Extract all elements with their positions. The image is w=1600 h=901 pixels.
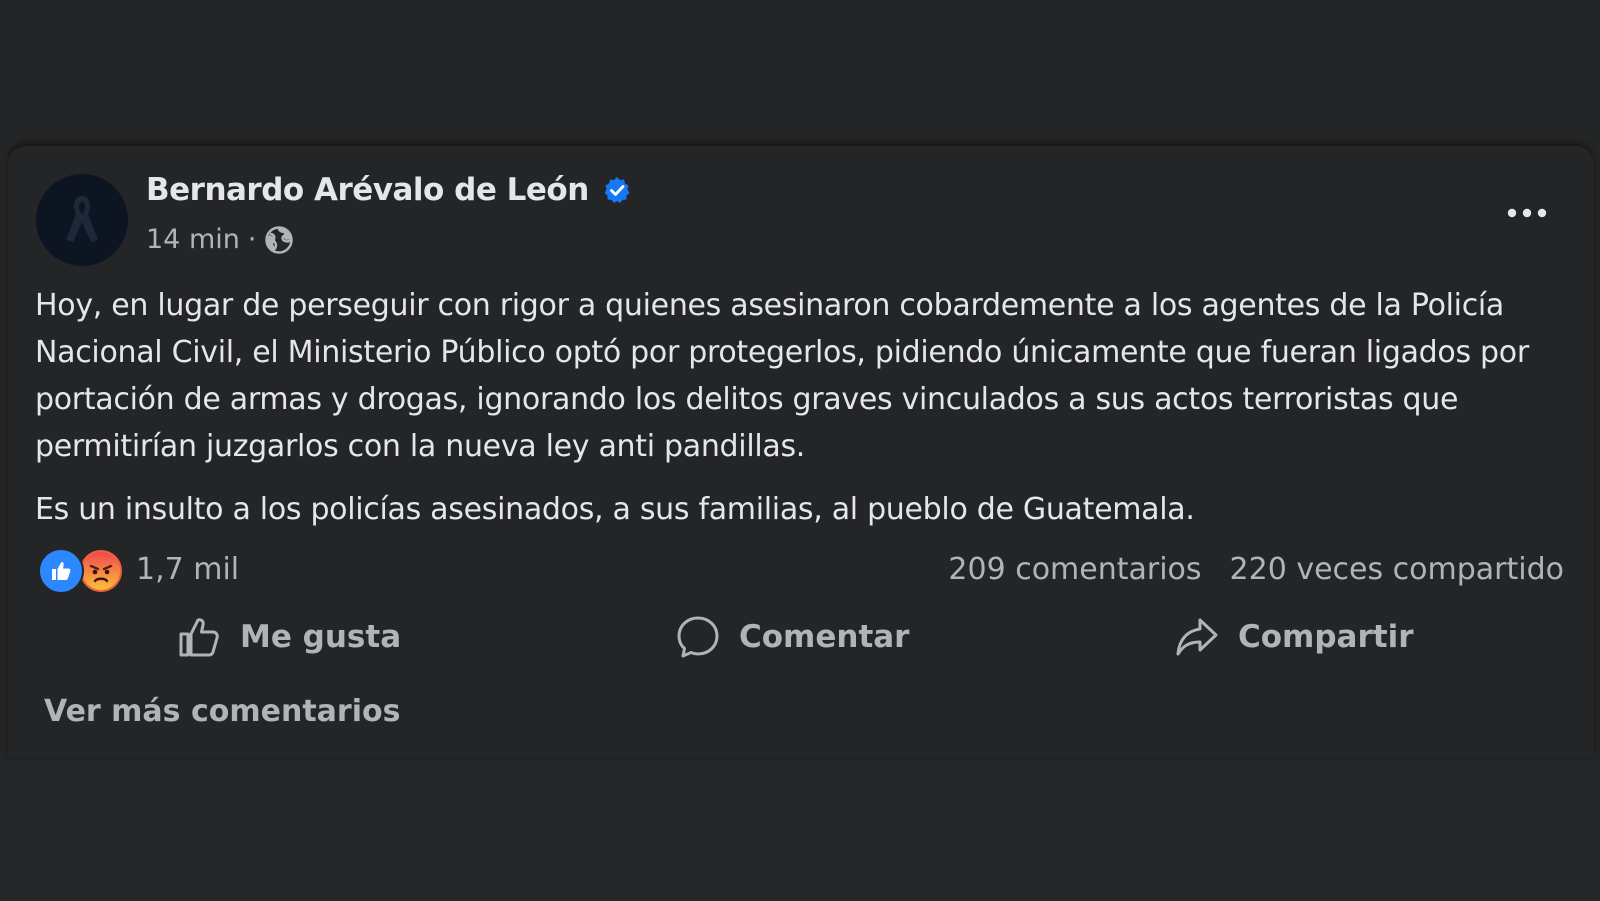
reaction-count[interactable]: 1,7 mil bbox=[136, 552, 239, 587]
comments-count-link[interactable]: 209 comentarios bbox=[948, 552, 1201, 587]
post-paragraph-2: Es un insulto a los policías asesinados,… bbox=[35, 492, 1195, 527]
bottom-background bbox=[0, 758, 1600, 901]
like-reaction-icon bbox=[38, 548, 84, 594]
more-options-button[interactable] bbox=[1502, 198, 1552, 228]
verified-badge-icon bbox=[603, 176, 631, 204]
more-dots-icon bbox=[1507, 208, 1547, 218]
avatar[interactable] bbox=[36, 174, 128, 266]
share-button-label: Compartir bbox=[1238, 619, 1414, 655]
shares-count-link[interactable]: 220 veces compartido bbox=[1230, 552, 1564, 587]
post-time[interactable]: 14 min bbox=[146, 224, 240, 255]
post-meta: 14 min · bbox=[146, 224, 294, 255]
thumbs-up-icon bbox=[179, 618, 219, 657]
reaction-icons bbox=[38, 546, 128, 594]
post-body: Hoy, en lugar de perseguir con rigor a q… bbox=[35, 282, 1575, 549]
post-card: Bernardo Arévalo de León 14 min · Hoy, e… bbox=[8, 146, 1594, 758]
comment-button-label: Comentar bbox=[739, 619, 910, 655]
like-button-label: Me gusta bbox=[240, 619, 402, 655]
comment-bubble-icon bbox=[677, 616, 719, 658]
comment-button[interactable]: Comentar bbox=[675, 606, 909, 668]
top-background bbox=[0, 0, 1600, 142]
angry-reaction-icon bbox=[78, 548, 124, 594]
reactions-summary[interactable]: 1,7 mil bbox=[38, 546, 239, 594]
globe-icon[interactable] bbox=[264, 225, 294, 255]
mourning-ribbon-icon bbox=[36, 174, 128, 266]
like-button[interactable]: Me gusta bbox=[176, 606, 401, 668]
meta-separator: · bbox=[247, 224, 257, 255]
post-paragraph-1: Hoy, en lugar de perseguir con rigor a q… bbox=[35, 288, 1529, 464]
author-row: Bernardo Arévalo de León bbox=[146, 172, 631, 208]
share-arrow-icon bbox=[1176, 618, 1218, 656]
view-more-comments-link[interactable]: Ver más comentarios bbox=[44, 694, 400, 729]
share-button[interactable]: Compartir bbox=[1174, 606, 1413, 668]
action-bar: Me gusta Comentar Compartir bbox=[8, 606, 1594, 668]
author-name[interactable]: Bernardo Arévalo de León bbox=[146, 172, 589, 208]
post-stats: 209 comentarios 220 veces compartido bbox=[948, 546, 1564, 592]
